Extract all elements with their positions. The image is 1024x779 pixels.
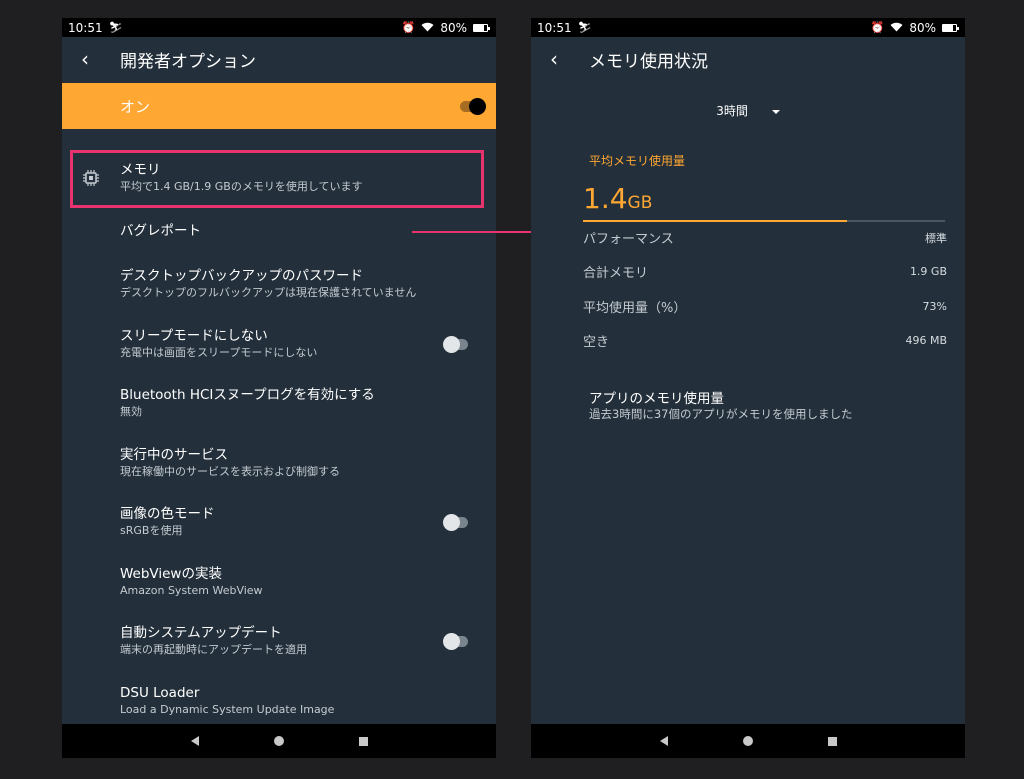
avg-memory-number: 1.4 [583,182,628,215]
stat-average-usage: 平均使用量（%） 73% [583,297,947,316]
setting-stay-awake[interactable]: スリープモードにしない 充電中は画面をスリープモードにしない [62,314,496,374]
stat-label: 空き [583,335,610,350]
nav-back-icon[interactable] [659,736,668,746]
setting-subtitle: デスクトップのフルバックアップは現在保護されていません [120,286,417,300]
memory-usage-bar-fill [583,220,848,222]
alarm-icon: ⏰ [401,21,416,34]
avg-memory-unit: GB [627,193,653,213]
nav-recent-apps-icon[interactable] [358,736,368,746]
setting-title: 実行中のサービス [120,446,228,463]
stat-performance: パフォーマンス 標準 [583,228,947,248]
master-switch[interactable] [460,97,486,115]
setting-subtitle: 現在稼働中のサービスを表示および制御する [120,464,340,478]
setting-title: 画像の色モード [120,506,215,523]
stat-value: 1.9 GB [909,265,947,278]
auto-update-switch[interactable] [443,633,468,651]
back-arrow-icon: ‹ [81,47,89,71]
status-time: 10:51 [68,20,103,35]
nav-recent-apps-icon[interactable] [827,736,837,746]
nav-home-icon[interactable] [273,736,284,746]
back-button[interactable]: ‹ [62,47,108,71]
battery-percent: 80% [440,20,467,35]
battery-icon [473,23,490,32]
setting-picture-color-mode[interactable]: 画像の色モード sRGBを使用 [62,493,496,553]
app-memory-usage-title[interactable]: アプリのメモリ使用量 [589,387,724,407]
stay-awake-switch[interactable] [443,335,468,353]
setting-title: デスクトップバックアップのパスワード [120,268,363,285]
alexa-icon: ⛷ [108,21,123,34]
memory-usage-screen: 10:51 ⛷ ⏰ 80% ‹ メモリ使用状況 3時間 平均メモリ使用量 1.4… [531,18,965,758]
nav-home-icon[interactable] [742,736,753,746]
toggle-label: オン [120,97,151,116]
setting-title: スリープモードにしない [120,327,268,344]
memory-usage-bar [583,220,945,222]
battery-percent: 80% [909,20,936,35]
setting-dsu-loader[interactable]: DSU Loader Load a Dynamic System Update … [62,671,496,731]
wifi-icon [421,22,434,34]
developer-options-screen: 10:51 ⛷ ⏰ 80% ‹ 開発者オプション オン メモリ 平均で1.4 G… [62,18,496,758]
setting-auto-system-update[interactable]: 自動システムアップデート 端末の再起動時にアップデートを適用 [62,612,496,672]
setting-subtitle: 平均で1.4 GB/1.9 GBのメモリを使用しています [120,179,363,193]
app-bar: ‹ 開発者オプション [62,37,496,81]
status-bar: 10:51 ⛷ ⏰ 80% [531,18,965,37]
navigation-bar [531,724,965,758]
setting-title: DSU Loader [120,684,200,701]
setting-title: バグレポート [120,223,201,239]
setting-running-services[interactable]: 実行中のサービス 現在稼働中のサービスを表示および制御する [62,433,496,493]
setting-memory[interactable]: メモリ 平均で1.4 GB/1.9 GBのメモリを使用しています [62,148,496,208]
setting-title: Bluetooth HCIスヌープログを有効にする [120,387,375,404]
setting-desktop-backup-password[interactable]: デスクトップバックアップのパスワード デスクトップのフルバックアップは現在保護さ… [62,255,496,315]
setting-title: WebViewの実装 [120,565,222,582]
page-title: 開発者オプション [120,51,256,72]
setting-title: 自動システムアップデート [120,625,282,642]
setting-subtitle: 端末の再起動時にアップデートを適用 [120,643,307,657]
time-range-dropdown[interactable]: 3時間 [531,102,965,119]
battery-icon [942,23,959,32]
back-button[interactable]: ‹ [531,47,577,71]
stat-label: 平均使用量（%） [583,301,687,316]
back-arrow-icon: ‹ [550,47,558,71]
status-time: 10:51 [537,20,572,35]
app-memory-usage-subtitle: 過去3時間に37個のアプリがメモリを使用しました [589,407,853,421]
nav-back-icon[interactable] [190,736,199,746]
setting-bluetooth-hci-snoop[interactable]: Bluetooth HCIスヌープログを有効にする 無効 [62,374,496,434]
wifi-icon [890,22,903,34]
stat-label: 合計メモリ [583,266,649,281]
setting-webview-implementation[interactable]: WebViewの実装 Amazon System WebView [62,552,496,612]
status-bar: 10:51 ⛷ ⏰ 80% [62,18,496,37]
setting-subtitle: 無効 [120,405,142,419]
stat-value: 標準 [925,231,947,245]
setting-title: メモリ [120,161,161,178]
setting-subtitle: Load a Dynamic System Update Image [120,702,335,716]
page-title: メモリ使用状況 [589,51,708,72]
alarm-icon: ⏰ [870,21,885,34]
alexa-icon: ⛷ [577,21,592,34]
color-mode-switch[interactable] [443,514,468,532]
dropdown-caret-icon [771,109,780,114]
avg-memory-value: 1.4GB [583,182,652,215]
setting-subtitle: 充電中は画面をスリープモードにしない [120,345,318,359]
stat-free: 空き 496 MB [583,331,947,350]
app-bar: ‹ メモリ使用状況 [531,37,965,81]
avg-memory-label: 平均メモリ使用量 [589,154,686,168]
developer-options-master-toggle[interactable]: オン [62,83,496,129]
chip-icon [83,169,99,186]
stat-label: パフォーマンス [583,232,674,247]
setting-subtitle: sRGBを使用 [120,524,183,538]
time-range-value: 3時間 [716,104,748,118]
stat-value: 73% [922,300,947,313]
stat-value: 496 MB [905,334,947,347]
navigation-bar [62,724,496,758]
setting-subtitle: Amazon System WebView [120,583,263,597]
stat-total-memory: 合計メモリ 1.9 GB [583,262,947,281]
